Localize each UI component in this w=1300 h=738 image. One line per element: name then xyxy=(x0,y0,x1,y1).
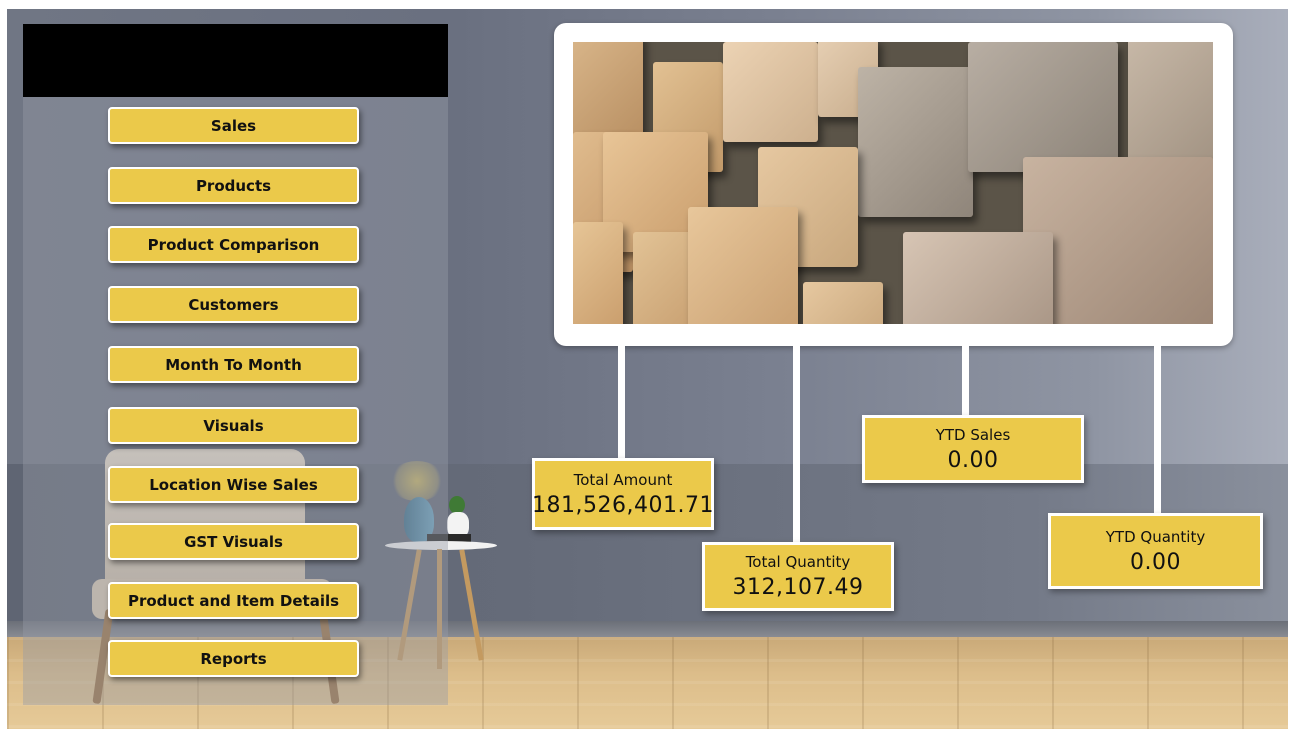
nav-button-month-to-month[interactable]: Month To Month xyxy=(108,346,359,383)
nav-button-products[interactable]: Products xyxy=(108,167,359,204)
nav-button-label: GST Visuals xyxy=(184,532,283,551)
nav-button-location-wise-sales[interactable]: Location Wise Sales xyxy=(108,466,359,503)
kpi-card-ytd-quantity: YTD Quantity 0.00 xyxy=(1048,513,1263,589)
picture-frame xyxy=(554,23,1233,346)
kpi-card-total-quantity: Total Quantity 312,107.49 xyxy=(702,542,894,611)
nav-button-label: Products xyxy=(195,176,272,195)
nav-button-gst-visuals[interactable]: GST Visuals xyxy=(108,523,359,560)
connector-line xyxy=(618,346,625,460)
connector-line xyxy=(1154,346,1161,516)
nav-button-sales[interactable]: Sales xyxy=(108,107,359,144)
nav-button-reports[interactable]: Reports xyxy=(108,640,359,677)
nav-button-visuals[interactable]: Visuals xyxy=(108,407,359,444)
kpi-label: Total Quantity xyxy=(745,553,851,571)
report-canvas: Sales Products Product Comparison Custom… xyxy=(7,9,1288,729)
kpi-label: YTD Quantity xyxy=(1105,527,1206,546)
wood-samples-image xyxy=(573,42,1213,324)
nav-button-label: Reports xyxy=(200,649,267,668)
nav-button-label: Sales xyxy=(210,116,257,135)
kpi-card-total-amount: Total Amount 181,526,401.71 xyxy=(532,458,714,530)
kpi-value: 0.00 xyxy=(947,447,999,473)
nav-button-label: Location Wise Sales xyxy=(149,475,318,494)
kpi-value: 0.00 xyxy=(1130,549,1181,575)
nav-button-label: Product Comparison xyxy=(147,235,320,254)
kpi-label: Total Amount xyxy=(573,470,673,489)
nav-button-customers[interactable]: Customers xyxy=(108,286,359,323)
kpi-label: YTD Sales xyxy=(935,425,1011,444)
nav-button-label: Customers xyxy=(188,295,279,314)
connector-line xyxy=(962,346,969,418)
nav-button-label: Month To Month xyxy=(165,355,302,374)
kpi-value: 181,526,401.71 xyxy=(532,492,714,518)
nav-button-label: Product and Item Details xyxy=(127,591,340,610)
connector-line xyxy=(793,346,800,544)
nav-button-product-and-item-details[interactable]: Product and Item Details xyxy=(108,582,359,619)
navigation-header xyxy=(23,24,448,97)
kpi-card-ytd-sales: YTD Sales 0.00 xyxy=(862,415,1084,483)
nav-button-product-comparison[interactable]: Product Comparison xyxy=(108,226,359,263)
kpi-value: 312,107.49 xyxy=(732,575,864,600)
nav-button-label: Visuals xyxy=(203,416,264,435)
